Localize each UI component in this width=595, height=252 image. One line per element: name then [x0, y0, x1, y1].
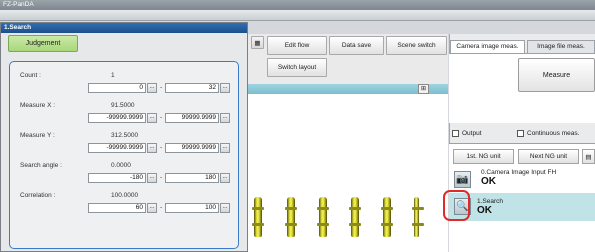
tab-camera-image-meas[interactable]: Camera image meas. — [450, 40, 525, 53]
tab-judgement[interactable]: Judgement — [8, 35, 78, 52]
unit-name: 1.Search — [477, 198, 504, 205]
count-label: Count : — [20, 72, 41, 79]
measure-y-min-picker-button[interactable]: ... — [147, 143, 157, 153]
count-max-input[interactable]: 32 — [165, 83, 219, 93]
app-title-bar: FZ-PanDA — [0, 0, 595, 10]
measure-y-max-input[interactable]: 99999.9999 — [165, 143, 219, 153]
data-save-button[interactable]: Data save — [329, 36, 384, 55]
unit-name: 0.Camera Image Input FH — [481, 169, 557, 176]
image-icon: ▦ — [254, 39, 261, 47]
range-dash: - — [160, 84, 163, 91]
next-ng-unit-button[interactable]: Next NG unit — [518, 149, 579, 164]
list-icon: ▤ — [585, 153, 592, 161]
search-angle-label: Search angle : — [20, 162, 62, 169]
correlation-value: 100.0000 — [111, 192, 139, 199]
count-max-picker-button[interactable]: ... — [220, 83, 230, 93]
output-checkbox[interactable]: Output — [452, 129, 482, 138]
measure-x-max-input[interactable]: 99999.9999 — [165, 113, 219, 123]
search-angle-value: 0.0000 — [111, 162, 131, 169]
range-dash: - — [160, 204, 163, 211]
highlight-marker — [443, 190, 470, 221]
switch-layout-button[interactable]: Switch layout — [267, 58, 327, 77]
checkbox-box — [517, 130, 524, 137]
range-dash: - — [160, 174, 163, 181]
search-settings-dialog: 1.Search Judgement Count : 1 0 ... - 32 … — [0, 22, 248, 252]
object-shape — [285, 197, 297, 237]
unit-result: OK — [477, 205, 492, 216]
measure-x-min-picker-button[interactable]: ... — [147, 113, 157, 123]
measure-y-label: Measure Y : — [20, 132, 55, 139]
measure-y-value: 312.5000 — [111, 132, 139, 139]
image-icon-button[interactable]: ▦ — [251, 36, 264, 49]
correlation-label: Correlation : — [20, 192, 56, 199]
unit-result: OK — [481, 176, 496, 187]
object-shape — [317, 197, 329, 237]
search-angle-max-picker-button[interactable]: ... — [220, 173, 230, 183]
correlation-min-picker-button[interactable]: ... — [147, 203, 157, 213]
edit-flow-button[interactable]: Edit flow — [267, 36, 327, 55]
tab-image-file-meas[interactable]: Image file meas. — [527, 40, 595, 53]
object-shape — [349, 197, 361, 237]
continuous-meas-checkbox[interactable]: Continuous meas. — [517, 129, 579, 138]
measure-y-max-picker-button[interactable]: ... — [220, 143, 230, 153]
measure-y-min-input[interactable]: -99999.9999 — [88, 143, 146, 153]
object-shape — [412, 197, 424, 237]
count-value: 1 — [111, 72, 115, 79]
checkbox-box — [452, 130, 459, 137]
scene-switch-button[interactable]: Scene switch — [386, 36, 447, 55]
measured-objects — [248, 197, 448, 237]
camera-input-icon: 📷 — [454, 171, 471, 188]
app-toolbar — [0, 10, 595, 21]
search-angle-min-input[interactable]: -180 — [88, 173, 146, 183]
dialog-title: 1.Search — [1, 23, 247, 33]
object-shape — [381, 197, 393, 237]
range-dash: - — [160, 114, 163, 121]
unit-detail-icon-button[interactable]: ▤ — [582, 149, 595, 164]
correlation-min-input[interactable]: 60 — [88, 203, 146, 213]
count-min-input[interactable]: 0 — [88, 83, 146, 93]
output-label: Output — [462, 130, 482, 137]
range-dash: - — [160, 144, 163, 151]
object-shape — [252, 197, 264, 237]
measure-button[interactable]: Measure — [518, 58, 595, 92]
count-min-picker-button[interactable]: ... — [147, 83, 157, 93]
correlation-max-picker-button[interactable]: ... — [220, 203, 230, 213]
measure-x-value: 91.5000 — [111, 102, 135, 109]
app-title: FZ-PanDA — [3, 1, 34, 8]
correlation-max-input[interactable]: 100 — [165, 203, 219, 213]
measure-x-max-picker-button[interactable]: ... — [220, 113, 230, 123]
first-ng-unit-button[interactable]: 1st. NG unit — [453, 149, 514, 164]
continuous-label: Continuous meas. — [527, 130, 580, 137]
image-window-menu-icon[interactable]: ⊞ — [418, 84, 429, 94]
measure-x-min-input[interactable]: -99999.9999 — [88, 113, 146, 123]
measure-x-label: Measure X : — [20, 102, 56, 109]
search-angle-min-picker-button[interactable]: ... — [147, 173, 157, 183]
search-angle-max-input[interactable]: 180 — [165, 173, 219, 183]
